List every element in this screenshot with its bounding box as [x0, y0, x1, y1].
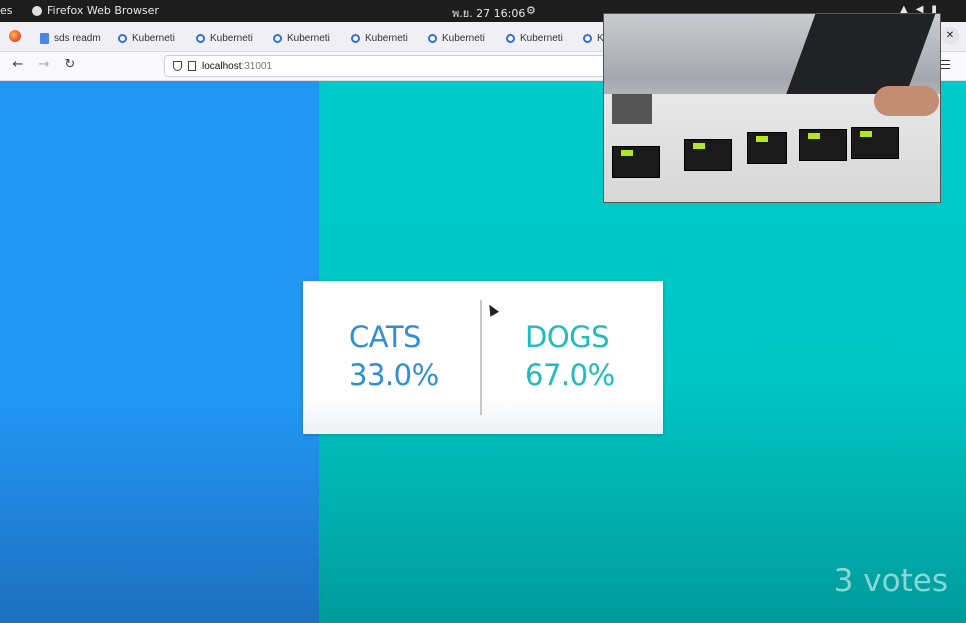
kubernetes-icon: [196, 33, 205, 43]
tab-kubernetes-6[interactable]: Kuberneti: [506, 28, 574, 48]
tab-label: Kuberneti: [365, 32, 408, 44]
webcam-overlay: [603, 13, 941, 203]
tab-kubernetes-4[interactable]: Kuberneti: [351, 28, 419, 48]
tab-label: Kuberneti: [132, 32, 175, 44]
forward-arrow-icon[interactable]: →: [36, 57, 52, 72]
tab-sds-readme[interactable]: sds readm: [40, 28, 106, 48]
results-divider: [480, 300, 482, 415]
kubernetes-icon: [428, 33, 437, 43]
back-arrow-icon[interactable]: ←: [10, 57, 26, 72]
dogs-label: DOGS: [525, 320, 610, 354]
page-info-icon[interactable]: [188, 61, 196, 71]
kubernetes-icon: [506, 33, 515, 43]
app-name: Firefox Web Browser: [47, 4, 159, 17]
dogs-result: DOGS 67.0%: [525, 319, 615, 395]
tab-kubernetes-2[interactable]: Kuberneti: [196, 28, 264, 48]
notification-bell-icon[interactable]: ⚙: [526, 4, 536, 17]
dogs-percent: 67.0%: [525, 358, 615, 392]
close-window-button[interactable]: ✕: [941, 27, 959, 45]
kubernetes-icon: [273, 33, 282, 43]
tab-label: sds readm: [54, 32, 101, 44]
tracking-shield-icon[interactable]: [173, 61, 182, 71]
app-menu[interactable]: Firefox Web Browser: [32, 4, 159, 17]
screen: es Firefox Web Browser พ.ย. 27 16:06 ⚙ ▲…: [0, 0, 966, 623]
results-card: CATS 33.0% DOGS 67.0%: [303, 281, 663, 434]
tab-label: Kuberneti: [442, 32, 485, 44]
firefox-view-icon[interactable]: [9, 30, 21, 42]
cats-result: CATS 33.0%: [349, 319, 439, 395]
clock[interactable]: พ.ย. 27 16:06: [452, 4, 525, 22]
raspberry-pi-image: [684, 139, 732, 171]
tab-label: Kuberneti: [520, 32, 563, 44]
cats-label: CATS: [349, 320, 421, 354]
power-supply-image: [612, 94, 652, 124]
firefox-icon: [32, 5, 42, 16]
tab-kubernetes-3[interactable]: Kuberneti: [273, 28, 341, 48]
url-port: :31001: [241, 60, 273, 72]
kubernetes-icon: [351, 33, 360, 43]
raspberry-pi-image: [747, 132, 787, 164]
tab-kubernetes-1[interactable]: Kuberneti: [118, 28, 186, 48]
cats-percent: 33.0%: [349, 358, 439, 392]
tab-label: Kuberneti: [287, 32, 330, 44]
tab-label: Kuberneti: [210, 32, 253, 44]
raspberry-pi-image: [612, 146, 660, 178]
reload-icon[interactable]: ↻: [62, 57, 78, 72]
tab-kubernetes-7[interactable]: K: [583, 28, 603, 48]
hamburger-menu-icon[interactable]: [940, 60, 950, 69]
kubernetes-icon: [118, 33, 127, 43]
cats-background-pane: [0, 81, 319, 623]
activities-button[interactable]: es: [0, 4, 13, 17]
doc-icon: [40, 32, 49, 44]
vote-count: 3 votes: [833, 563, 948, 599]
hand-image: [874, 86, 939, 116]
raspberry-pi-image: [799, 129, 847, 161]
tab-kubernetes-5[interactable]: Kuberneti: [428, 28, 496, 48]
kubernetes-icon: [583, 33, 592, 43]
url-host: localhost: [202, 60, 242, 72]
raspberry-pi-image: [851, 127, 899, 159]
